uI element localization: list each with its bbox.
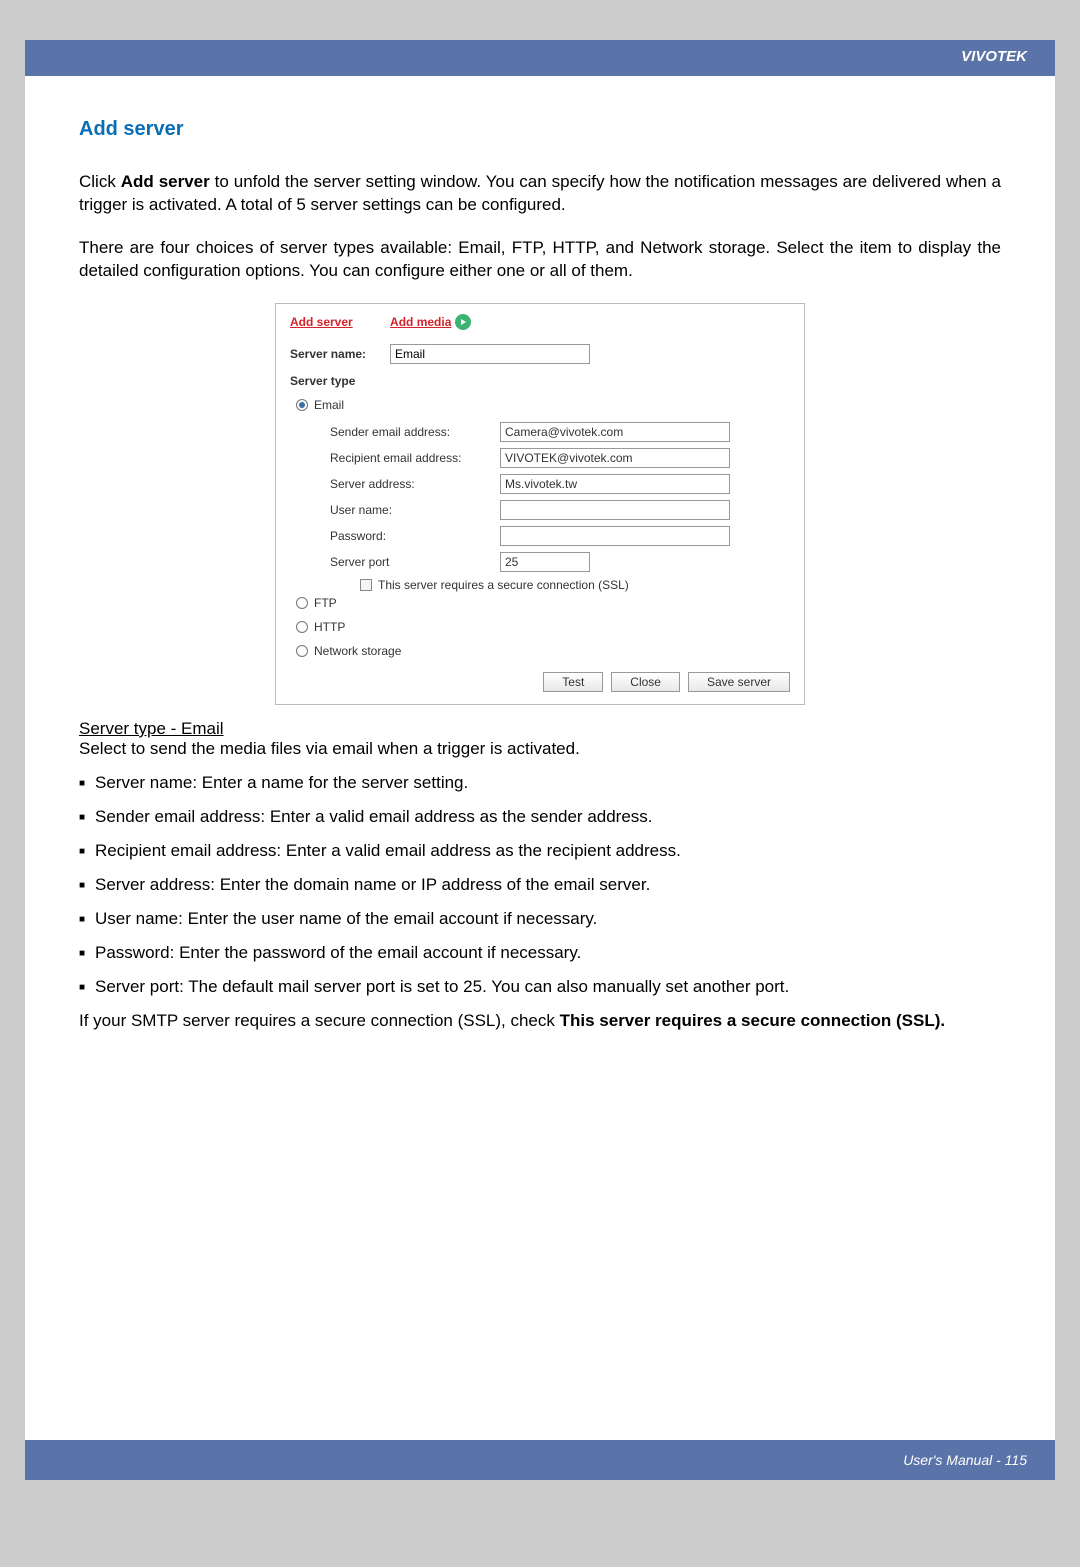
- port-input[interactable]: [500, 552, 590, 572]
- note-bold: This server requires a secure connection…: [560, 1011, 945, 1030]
- button-row: Test Close Save server: [290, 672, 790, 692]
- intro-paragraph-1: Click Add server to unfold the server se…: [79, 171, 1001, 217]
- email-fields-group: Sender email address: Recipient email ad…: [330, 422, 790, 592]
- tab-add-media[interactable]: Add media: [390, 314, 471, 330]
- pass-input[interactable]: [500, 526, 730, 546]
- bullet-list: Server name: Enter a name for the server…: [79, 773, 1001, 997]
- list-item: User name: Enter the user name of the em…: [79, 909, 1001, 929]
- radio-empty-icon: [296, 597, 308, 609]
- add-server-dialog: Add server Add media Server name: Server…: [275, 303, 805, 705]
- server-type-heading: Server type - Email: [79, 719, 1001, 739]
- port-label: Server port: [330, 555, 500, 569]
- intro-1-bold: Add server: [121, 172, 210, 191]
- tab-add-media-label: Add media: [390, 315, 451, 329]
- ssl-label: This server requires a secure connection…: [378, 578, 629, 592]
- header-band: VIVOTEK: [25, 40, 1055, 76]
- user-input[interactable]: [500, 500, 730, 520]
- server-name-input[interactable]: [390, 344, 590, 364]
- content-area: Add server Click Add server to unfold th…: [25, 40, 1055, 1031]
- radio-email-label: Email: [314, 398, 344, 412]
- radio-email[interactable]: Email: [296, 398, 790, 412]
- footer-text: User's Manual - 115: [903, 1452, 1027, 1468]
- save-server-button[interactable]: Save server: [688, 672, 790, 692]
- server-addr-label: Server address:: [330, 477, 500, 491]
- dialog-tabs: Add server Add media: [290, 314, 790, 330]
- server-name-label: Server name:: [290, 347, 390, 361]
- radio-ftp[interactable]: FTP: [296, 596, 790, 610]
- page-title: Add server: [79, 118, 1001, 141]
- list-item: Password: Enter the password of the emai…: [79, 943, 1001, 963]
- ssl-row[interactable]: This server requires a secure connection…: [360, 578, 790, 592]
- footer-band: User's Manual - 115: [25, 1440, 1055, 1480]
- intro-1-a: Click: [79, 172, 121, 191]
- list-item: Recipient email address: Enter a valid e…: [79, 841, 1001, 861]
- pass-label: Password:: [330, 529, 500, 543]
- note-a: If your SMTP server requires a secure co…: [79, 1011, 560, 1030]
- radio-http-label: HTTP: [314, 620, 345, 634]
- checkbox-icon: [360, 579, 372, 591]
- close-button[interactable]: Close: [611, 672, 680, 692]
- play-icon: [455, 314, 471, 330]
- radio-http[interactable]: HTTP: [296, 620, 790, 634]
- test-button[interactable]: Test: [543, 672, 603, 692]
- brand-text: VIVOTEK: [961, 48, 1027, 65]
- server-type-desc: Select to send the media files via email…: [79, 739, 1001, 759]
- user-label: User name:: [330, 503, 500, 517]
- recipient-input[interactable]: [500, 448, 730, 468]
- list-item: Sender email address: Enter a valid emai…: [79, 807, 1001, 827]
- intro-1-b: to unfold the server setting window. You…: [79, 172, 1001, 214]
- dialog-wrap: Add server Add media Server name: Server…: [79, 303, 1001, 705]
- radio-selected-icon: [296, 399, 308, 411]
- list-item: Server name: Enter a name for the server…: [79, 773, 1001, 793]
- ssl-note: If your SMTP server requires a secure co…: [79, 1011, 1001, 1031]
- server-name-row: Server name:: [290, 344, 790, 364]
- intro-paragraph-2: There are four choices of server types a…: [79, 237, 1001, 283]
- radio-empty-icon: [296, 645, 308, 657]
- radio-ftp-label: FTP: [314, 596, 337, 610]
- sender-input[interactable]: [500, 422, 730, 442]
- radio-empty-icon: [296, 621, 308, 633]
- list-item: Server port: The default mail server por…: [79, 977, 1001, 997]
- sender-label: Sender email address:: [330, 425, 500, 439]
- page: VIVOTEK Add server Click Add server to u…: [25, 40, 1055, 1480]
- server-type-heading: Server type: [290, 374, 790, 388]
- tab-add-server[interactable]: Add server: [290, 315, 353, 329]
- list-item: Server address: Enter the domain name or…: [79, 875, 1001, 895]
- recipient-label: Recipient email address:: [330, 451, 500, 465]
- radio-ns-label: Network storage: [314, 644, 401, 658]
- server-addr-input[interactable]: [500, 474, 730, 494]
- radio-network-storage[interactable]: Network storage: [296, 644, 790, 658]
